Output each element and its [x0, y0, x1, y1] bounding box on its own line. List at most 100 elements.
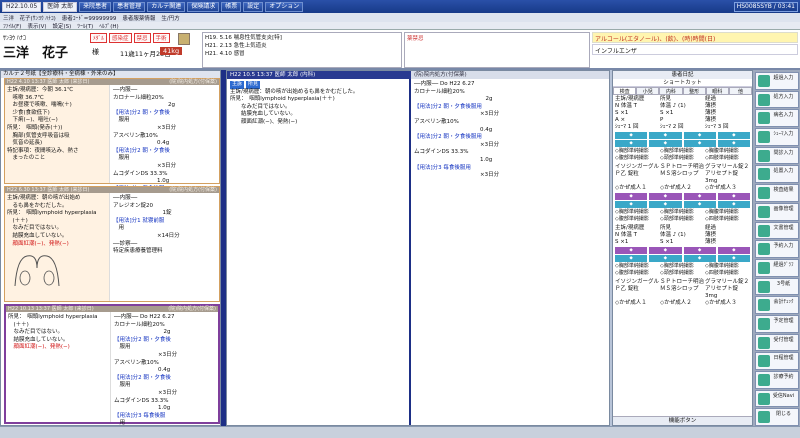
badge[interactable]: 禁忌	[133, 33, 151, 43]
drug-shortcut[interactable]: Ｐ乙 錠粒	[615, 171, 660, 185]
side-button[interactable]: ｼｪｰﾏ入力	[754, 128, 799, 146]
xray-shortcut[interactable]: ◇四肢単純撮影	[705, 216, 750, 223]
side-button[interactable]: 受付管理	[754, 333, 799, 352]
side-button[interactable]: 会計ﾁｪｯｸ	[754, 296, 799, 314]
xray-shortcut[interactable]: ◇腹部単純撮影	[615, 270, 660, 277]
side-button[interactable]: 日程管理	[754, 352, 799, 370]
tab-4[interactable]: 眼科	[705, 87, 729, 95]
shortcut-item[interactable]: 薄摂	[705, 117, 750, 124]
current-encounter[interactable]: H22 10.5 13:37 医師 太郎 (内科) (院)院内処方(付保薬) 主…	[226, 70, 610, 426]
drug-shortcut[interactable]: イソジンガーグル	[615, 164, 660, 171]
menu-chart[interactable]: カルテ関連	[147, 1, 186, 12]
badge[interactable]: 手術	[152, 33, 170, 43]
shortcut-item[interactable]: N 体温 T	[615, 232, 660, 239]
patient-management-button[interactable]: 患者管理	[113, 1, 146, 12]
comment-box[interactable]: アルコール(エタノール)、(飲)、(時)時間(日) インフルエンザ	[592, 32, 798, 68]
side-button[interactable]: 3号紙	[754, 277, 799, 296]
encounter-card[interactable]: H22 4.10 13:37 医師 太郎 (来診日) (院)院内処方(付保薬) 主訴…	[4, 78, 220, 215]
drug-shortcut[interactable]: ◇かぜ成人１	[615, 300, 660, 307]
shortcut-item[interactable]: 経過	[705, 225, 750, 232]
function-buttons[interactable]: 機能ボタン	[613, 416, 752, 425]
drug-shortcut[interactable]: ◇かぜ成人３	[705, 185, 750, 192]
tag-chief[interactable]: 主訴	[230, 81, 245, 89]
tab-3[interactable]: 整形	[682, 87, 706, 95]
xray-shortcut[interactable]: ◇四肢単純撮影	[705, 155, 750, 162]
xray-shortcut[interactable]: ◇腹部単純撮影	[615, 155, 660, 162]
soap-editor[interactable]: 主訴 所見 主訴/現病歴：朝の咳が出始めるも鼻をかむだした。 所見： 咽頭lymph…	[227, 79, 411, 425]
drug-shortcut[interactable]: ＭＳ溶シロップ	[660, 171, 705, 185]
side-button[interactable]: 処置入力	[754, 165, 799, 184]
side-button[interactable]: 予定管理	[754, 314, 799, 333]
side-button[interactable]: 処方入力	[754, 90, 799, 109]
xray-shortcut[interactable]: ◇腹部単純撮影	[615, 216, 660, 223]
xray-shortcut[interactable]: ◇頭部単純撮影	[660, 270, 705, 277]
menu-view[interactable]: 表示(V)	[27, 22, 46, 30]
shortcut-item[interactable]: 経過	[705, 96, 750, 103]
shortcut-item[interactable]: 薄摂	[705, 110, 750, 117]
shortcut-item[interactable]: 所見	[660, 225, 705, 232]
menu-tools[interactable]: ﾂｰﾙ(T)	[77, 22, 93, 30]
shortcut-item[interactable]: 主訴/現病歴	[615, 225, 660, 232]
encounter-card[interactable]: H22 6.30 13:37 医師 太郎 (来診日) (院)院内処方(付保薬) 主訴…	[4, 186, 220, 302]
drug-shortcut[interactable]: アリセプト錠 3mg	[705, 171, 750, 185]
side-button[interactable]: 画像管理	[754, 202, 799, 221]
menu-insurance[interactable]: 保険請求	[187, 1, 220, 12]
side-button[interactable]: 受信Navi	[754, 389, 799, 408]
drug-shortcut[interactable]: ＳＰトローチ明治	[660, 279, 705, 286]
shortcut-item[interactable]: S ×1	[615, 110, 660, 117]
drug-shortcut[interactable]: Ｐ乙 錠粒	[615, 286, 660, 300]
visiting-patients-button[interactable]: 来院患者	[79, 1, 112, 12]
shortcut-item[interactable]: 所見	[660, 96, 705, 103]
drug-shortcut[interactable]: ◇かぜ成人２	[660, 185, 705, 192]
encounter-card[interactable]: H22 10.13 13:37 医師 太郎 (来診日) (院)院内処方(付保薬) 所…	[4, 304, 220, 438]
badge[interactable]: ﾒﾀﾞﾙ	[90, 33, 108, 43]
xray-shortcut[interactable]: ◇頭部単純撮影	[660, 155, 705, 162]
side-button[interactable]: 閉じる	[754, 408, 799, 427]
allergy-box[interactable]: 薬禁忌	[404, 32, 590, 68]
drug-shortcut[interactable]: グラマリール錠２	[705, 164, 750, 171]
shortcut-item[interactable]: ｼｪｰﾏ 2 回	[660, 124, 705, 131]
drug-shortcut[interactable]: イソジンガーグル	[615, 279, 660, 286]
side-button[interactable]: 文書管理	[754, 221, 799, 240]
tab-1[interactable]: 小児	[636, 87, 660, 95]
shortcut-item[interactable]: ｼｪｰﾏ 3 回	[705, 124, 750, 131]
shortcut-item[interactable]: S ×1	[660, 110, 705, 117]
drug-shortcut[interactable]: ◇かぜ成人３	[705, 300, 750, 307]
order-editor[interactable]: ──内服── Do H22 6.27 カロナール細粒20% 2g 【用法]分2 朝・…	[411, 79, 609, 425]
tab-5[interactable]: 他	[728, 87, 753, 95]
drug-shortcut[interactable]: ◇かぜ成人２	[660, 300, 705, 307]
shortcut-item[interactable]: S ×1	[660, 239, 705, 246]
shortcut-item[interactable]: N 体温 T	[615, 103, 660, 110]
shortcut-item[interactable]: 主訴/現病歴	[615, 96, 660, 103]
drug-shortcut[interactable]: ＭＳ溶シロップ	[660, 286, 705, 300]
side-button[interactable]: 経過ｸﾞﾗﾌ	[754, 258, 799, 277]
drug-shortcut[interactable]: ◇かぜ成人１	[615, 185, 660, 192]
drug-shortcut[interactable]: グラマリール錠２	[705, 279, 750, 286]
tab-0[interactable]: 検査	[613, 87, 637, 95]
shortcut-item[interactable]: A ×	[615, 117, 660, 124]
xray-shortcut[interactable]: ◇四肢単純撮影	[705, 270, 750, 277]
disease-history[interactable]: H19. 5.16 喘息性気管支炎[特] H21. 2.13 急性上気道炎 H2…	[202, 32, 402, 68]
menu-report[interactable]: 帳票	[221, 1, 242, 12]
menu-file[interactable]: ﾌｧｲﾙ(F)	[3, 22, 21, 30]
menu-settings[interactable]: 設定	[243, 1, 264, 12]
shortcut-item[interactable]: 薄摂	[705, 103, 750, 110]
side-button[interactable]: 予約入力	[754, 240, 799, 258]
menu-options[interactable]: オプション	[265, 1, 304, 12]
side-button[interactable]: 診療予約	[754, 371, 799, 389]
menu-set[interactable]: 設定(S)	[53, 22, 72, 30]
side-button[interactable]: 超過入力	[754, 72, 799, 90]
badge[interactable]: 感染症	[109, 33, 132, 43]
drug-shortcut[interactable]: ＳＰトローチ明治	[660, 164, 705, 171]
date-field[interactable]: H22.10.05	[2, 1, 42, 12]
doctor-select[interactable]: 医師 太郎	[43, 1, 78, 12]
shortcut-item[interactable]: S ×1	[615, 239, 660, 246]
shortcut-item[interactable]: ｼｪｰﾏ 1 回	[615, 124, 660, 131]
shortcut-item[interactable]: 薄摂	[705, 232, 750, 239]
side-button[interactable]: 病名入力	[754, 109, 799, 128]
chart-history-panel[interactable]: カルテ２号紙【全診療科・全病棟・外来のみ】 H22 4.10 13:37 医師 …	[0, 70, 221, 438]
shortcut-item[interactable]: P	[660, 117, 705, 124]
shortcut-item[interactable]: 体温 ♪ (1)	[660, 232, 705, 239]
side-button[interactable]: 検査結果	[754, 184, 799, 202]
shortcut-item[interactable]: 体温 ♪ (1)	[660, 103, 705, 110]
